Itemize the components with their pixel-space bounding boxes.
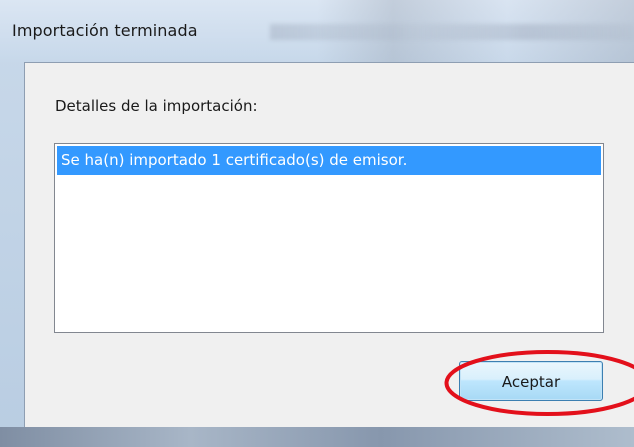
dialog-window: Importación terminada Detalles de la imp… (0, 0, 634, 447)
dialog-body: Detalles de la importación: Se ha(n) imp… (24, 62, 634, 427)
list-item[interactable]: Se ha(n) importado 1 certificado(s) de e… (57, 146, 601, 175)
import-details-listbox[interactable]: Se ha(n) importado 1 certificado(s) de e… (54, 143, 604, 333)
details-label: Detalles de la importación: (55, 97, 258, 115)
title-bar-background-blur (270, 24, 634, 40)
ok-button[interactable]: Aceptar (459, 361, 603, 401)
window-bottom-edge (0, 427, 634, 447)
title-bar[interactable]: Importación terminada (0, 0, 634, 62)
window-title: Importación terminada (12, 21, 198, 40)
